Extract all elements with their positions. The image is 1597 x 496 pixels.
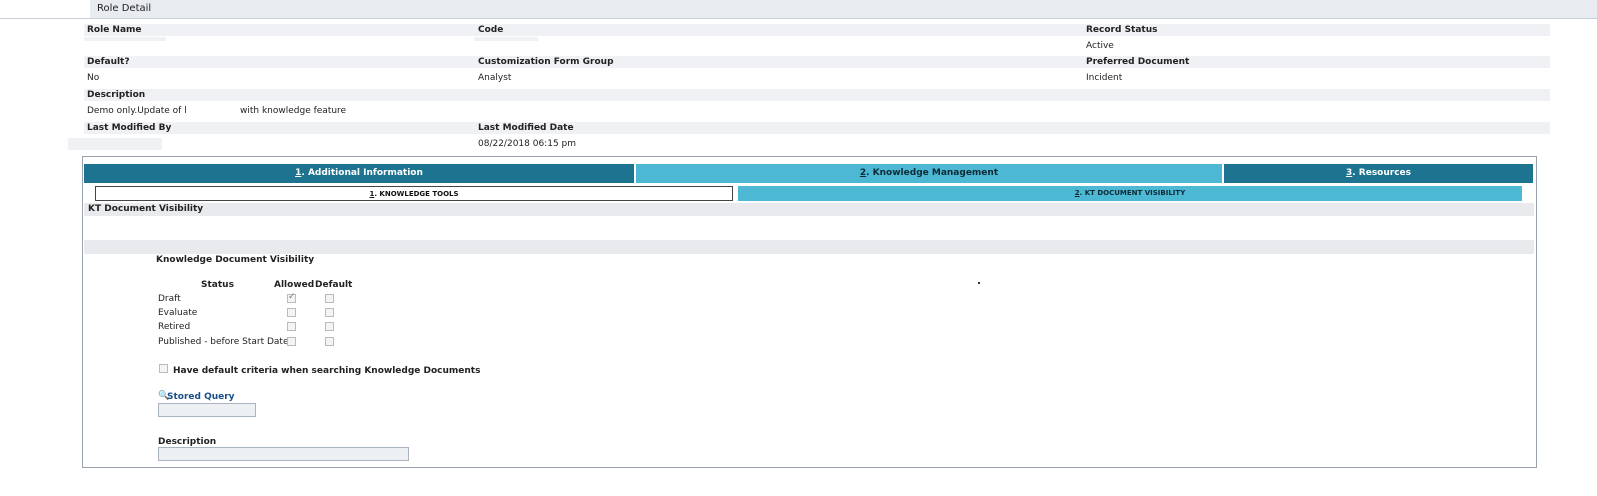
field-row-band <box>84 24 1550 36</box>
group-title: Knowledge Document Visibility <box>156 255 315 265</box>
redacted-area <box>0 0 90 18</box>
tab-knowledge-management[interactable]: 2. Knowledge Management <box>636 164 1222 183</box>
allowed-checkbox-draft[interactable] <box>287 292 296 303</box>
tab-label: . Resources <box>1352 168 1412 178</box>
status-label: Draft <box>158 294 181 304</box>
description-label: Description <box>87 90 146 100</box>
allowed-checkbox-evaluate[interactable] <box>287 308 296 317</box>
tab-additional-information[interactable]: 1. Additional Information <box>84 164 634 183</box>
section-header-band <box>84 203 1534 216</box>
description-input[interactable] <box>158 447 409 461</box>
status-label: Evaluate <box>158 308 198 318</box>
subtab-label: . KNOWLEDGE TOOLS <box>374 190 459 198</box>
redacted-area <box>68 138 162 150</box>
allowed-checkbox-published[interactable] <box>287 337 296 346</box>
redacted-area <box>84 37 166 41</box>
redacted-area <box>474 37 538 41</box>
stored-query-input[interactable] <box>158 403 256 417</box>
subtab-label: . KT DOCUMENT VISIBILITY <box>1079 189 1186 197</box>
subtab-kt-document-visibility[interactable]: 2. KT DOCUMENT VISIBILITY <box>738 186 1522 201</box>
record-status-label: Record Status <box>1086 25 1158 35</box>
stray-dot <box>978 282 980 284</box>
code-label: Code <box>478 25 504 35</box>
default-checkbox-evaluate[interactable] <box>325 308 334 317</box>
customization-form-group-label: Customization Form Group <box>478 57 614 67</box>
role-name-label: Role Name <box>87 25 142 35</box>
last-modified-date-label: Last Modified Date <box>478 123 574 133</box>
tab-label: . Knowledge Management <box>866 168 999 178</box>
field-row-band <box>84 122 1550 134</box>
default-checkbox-published[interactable] <box>325 337 334 346</box>
preferred-document-label: Preferred Document <box>1086 57 1190 67</box>
allowed-checkbox-retired[interactable] <box>287 322 296 331</box>
default-checkbox-draft[interactable] <box>325 294 334 303</box>
stored-query-link[interactable]: Stored Query <box>167 392 235 402</box>
field-row-band <box>84 56 1550 68</box>
section-divider-band <box>84 240 1534 254</box>
column-header-allowed: Allowed <box>274 280 315 290</box>
last-modified-date-value: 08/22/2018 06:15 pm <box>478 139 577 149</box>
description-value-prefix: Demo only.Update of l <box>87 106 187 116</box>
customization-form-group-value: Analyst <box>478 73 512 83</box>
default-criteria-label: Have default criteria when searching Kno… <box>173 366 481 376</box>
tab-resources[interactable]: 3. Resources <box>1224 164 1533 183</box>
tab-label: . Additional Information <box>301 168 423 178</box>
record-status-value: Active <box>1086 41 1114 51</box>
field-row-band <box>84 89 1550 101</box>
column-header-default: Default <box>315 280 353 290</box>
default-checkbox-retired[interactable] <box>325 322 334 331</box>
description-value-suffix: with knowledge feature <box>240 106 347 116</box>
last-modified-by-label: Last Modified By <box>87 123 172 133</box>
description-field-label: Description <box>158 437 217 447</box>
default-label: Default? <box>87 57 130 67</box>
preferred-document-value: Incident <box>1086 73 1123 83</box>
page-title: Role Detail <box>97 3 152 14</box>
default-criteria-checkbox[interactable] <box>159 364 168 373</box>
status-label: Published - before Start Date <box>158 337 289 347</box>
title-bar: Role Detail <box>0 0 1597 19</box>
column-header-status: Status <box>201 280 234 290</box>
section-title: KT Document Visibility <box>88 204 204 214</box>
default-value: No <box>87 73 100 83</box>
subtab-knowledge-tools[interactable]: 1. KNOWLEDGE TOOLS <box>95 186 733 201</box>
status-label: Retired <box>158 322 191 332</box>
